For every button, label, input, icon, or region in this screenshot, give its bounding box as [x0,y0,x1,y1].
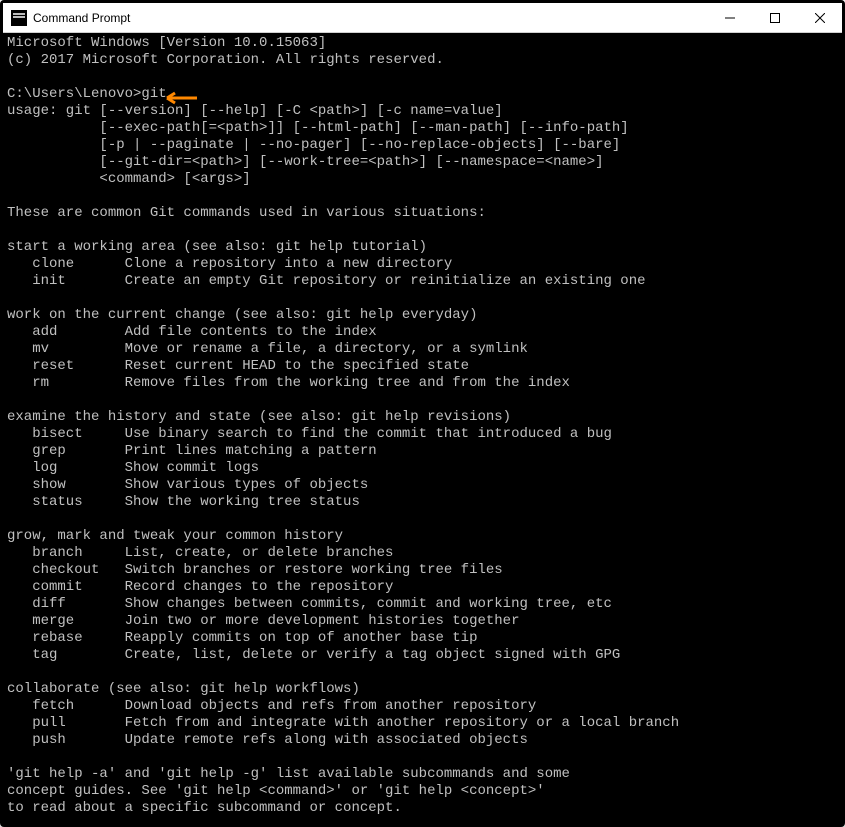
text-line: [-p | --paginate | --no-pager] [--no-rep… [7,137,620,153]
cmd-add: add Add file contents to the index [7,324,377,340]
cmd-show: show Show various types of objects [7,477,368,493]
section-header: These are common Git commands used in va… [7,205,486,221]
cmd-pull: pull Fetch from and integrate with anoth… [7,715,679,731]
section-header: grow, mark and tweak your common history [7,528,343,544]
text-line: (c) 2017 Microsoft Corporation. All righ… [7,52,444,68]
window-controls [707,3,842,32]
prompt-line: C:\Users\Lenovo>git [7,86,167,102]
close-button[interactable] [797,3,842,32]
command-prompt-window: Command Prompt Microsoft Windows [Versio… [0,0,845,827]
cmd-rm: rm Remove files from the working tree an… [7,375,570,391]
section-header: examine the history and state (see also:… [7,409,511,425]
minimize-button[interactable] [707,3,752,32]
text-line: 'git help -a' and 'git help -g' list ava… [7,766,570,782]
section-header: start a working area (see also: git help… [7,239,427,255]
cmd-init: init Create an empty Git repository or r… [7,273,646,289]
cmd-diff: diff Show changes between commits, commi… [7,596,612,612]
cmd-bisect: bisect Use binary search to find the com… [7,426,612,442]
cmd-fetch: fetch Download objects and refs from ano… [7,698,536,714]
section-header: collaborate (see also: git help workflow… [7,681,360,697]
maximize-button[interactable] [752,3,797,32]
cmd-checkout: checkout Switch branches or restore work… [7,562,503,578]
cmd-status: status Show the working tree status [7,494,360,510]
cmd-reset: reset Reset current HEAD to the specifie… [7,358,469,374]
text-line: concept guides. See 'git help <command>'… [7,783,545,799]
section-header: work on the current change (see also: gi… [7,307,477,323]
cmd-grep: grep Print lines matching a pattern [7,443,377,459]
cmd-commit: commit Record changes to the repository [7,579,393,595]
cmd-branch: branch List, create, or delete branches [7,545,393,561]
titlebar[interactable]: Command Prompt [3,3,842,33]
text-line: <command> [<args>] [7,171,251,187]
text-line: Microsoft Windows [Version 10.0.15063] [7,35,326,51]
cmd-merge: merge Join two or more development histo… [7,613,519,629]
window-title: Command Prompt [33,11,707,25]
cmd-mv: mv Move or rename a file, a directory, o… [7,341,528,357]
cmd-icon [11,10,27,26]
cmd-clone: clone Clone a repository into a new dire… [7,256,452,272]
terminal-output[interactable]: Microsoft Windows [Version 10.0.15063] (… [3,33,842,824]
cmd-rebase: rebase Reapply commits on top of another… [7,630,477,646]
cmd-push: push Update remote refs along with assoc… [7,732,528,748]
cmd-tag: tag Create, list, delete or verify a tag… [7,647,620,663]
text-line: [--exec-path[=<path>]] [--html-path] [--… [7,120,629,136]
cmd-log: log Show commit logs [7,460,259,476]
text-line: to read about a specific subcommand or c… [7,800,402,816]
text-line: [--git-dir=<path>] [--work-tree=<path>] … [7,154,604,170]
text-line: usage: git [--version] [--help] [-C <pat… [7,103,503,119]
